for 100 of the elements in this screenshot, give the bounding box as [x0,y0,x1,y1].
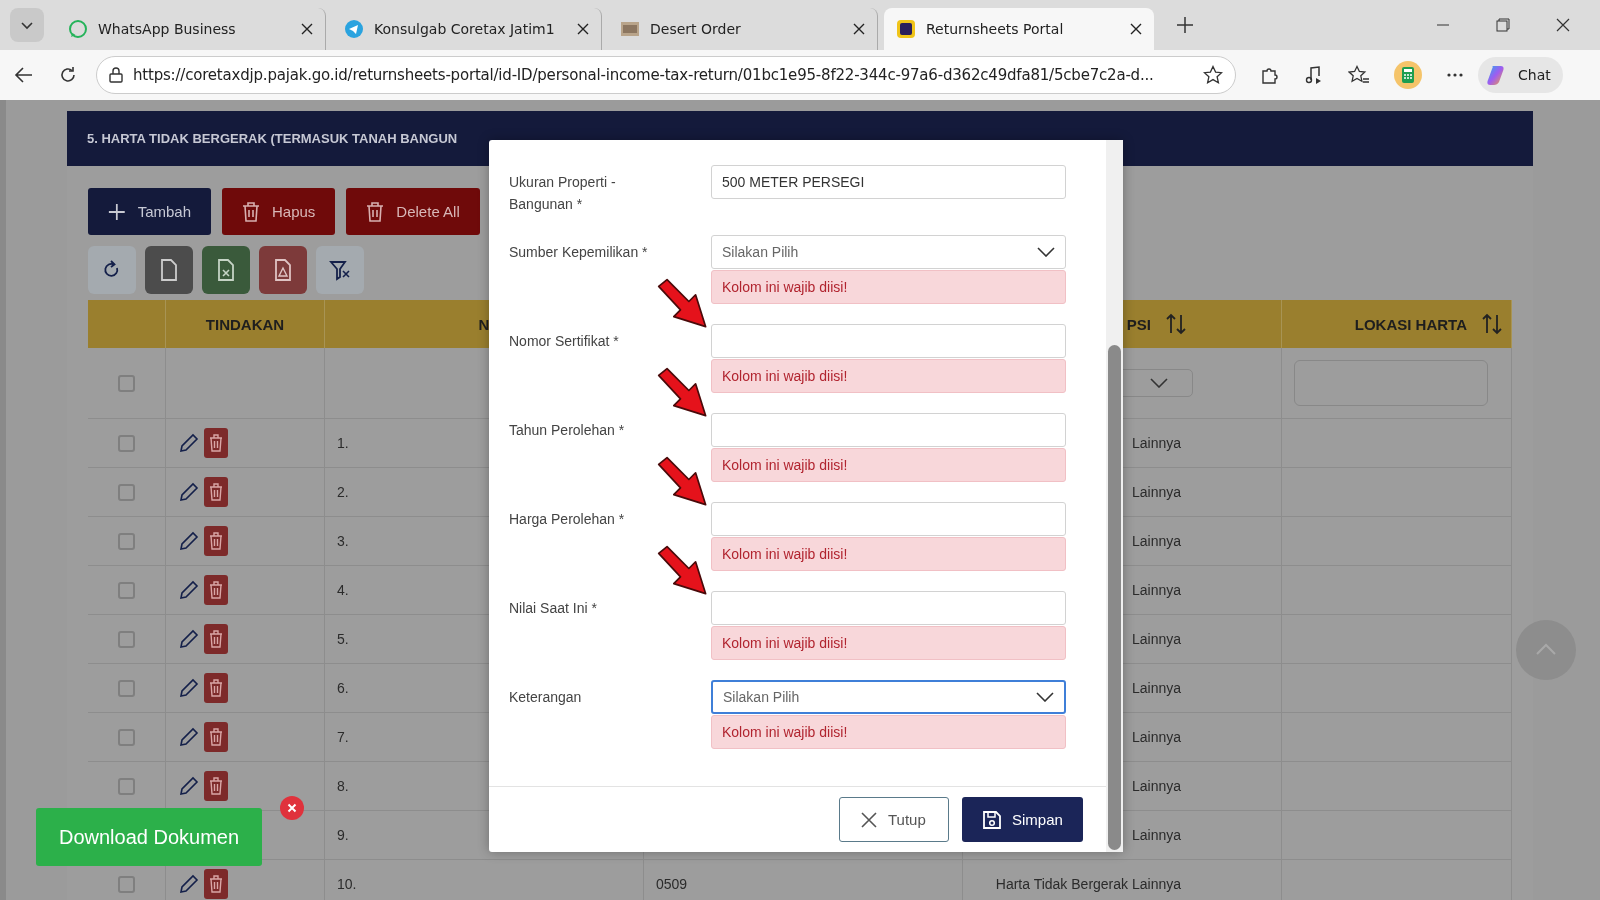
close-icon [860,810,878,829]
excel-export-button[interactable] [202,246,250,294]
pencil-icon[interactable] [178,530,200,552]
text-field[interactable] [711,324,1066,358]
delete-row-button[interactable] [204,526,228,556]
close-icon[interactable] [577,23,589,35]
trash-icon [209,728,223,746]
chat-button[interactable]: Chat [1478,57,1563,93]
reload-icon[interactable] [58,65,78,85]
clear-filter-button[interactable] [316,246,364,294]
favorites-icon[interactable] [1348,65,1370,85]
pencil-icon[interactable] [178,481,200,503]
checkbox[interactable] [118,777,135,795]
checkbox[interactable] [118,581,135,599]
trash-icon [209,875,223,893]
more-icon[interactable] [1446,72,1464,78]
error-message: Kolom ini wajib diisi! [711,537,1066,571]
table-cell: Harta Tidak Bergerak Lainnya [995,876,1181,892]
sort-icon[interactable] [1165,313,1187,335]
delete-row-button[interactable] [204,869,228,899]
field-label: Harga Perolehan * [509,510,626,529]
dropdown-field[interactable]: Silakan Pilih [711,235,1066,269]
checkbox[interactable] [118,630,135,648]
close-icon[interactable] [853,23,865,35]
error-message: Kolom ini wajib diisi! [711,448,1066,482]
row-number: 3. [337,533,349,549]
new-tab-icon[interactable] [1176,16,1194,34]
column-header: N [478,315,490,333]
row-number: 8. [337,778,349,794]
table-cell: Lainnya [1131,582,1181,598]
row-number: 6. [337,680,349,696]
checkbox[interactable] [118,434,135,452]
delete-row-button[interactable] [204,673,228,703]
document-button[interactable] [145,246,193,294]
close-button[interactable]: Tutup [839,797,949,842]
pencil-icon[interactable] [178,579,200,601]
close-icon[interactable] [301,23,313,35]
browser-tab[interactable]: Returnsheets Portal [884,8,1154,50]
field-label: Nilai Saat Ini * [509,599,598,618]
pencil-icon[interactable] [178,726,200,748]
star-icon[interactable] [1203,65,1223,85]
add-button[interactable]: Tambah [88,188,211,235]
text-field[interactable]: 500 METER PERSEGI [711,165,1066,199]
delete-row-button[interactable] [204,771,228,801]
text-field[interactable] [711,502,1066,536]
table-cell: Lainnya [1131,631,1181,647]
close-icon[interactable] [1130,23,1142,35]
delete-row-button[interactable] [204,722,228,752]
row-number: 10. [337,876,357,892]
thumbnail-icon [620,19,640,39]
sort-icon[interactable] [1481,313,1503,335]
calculator-icon[interactable] [1394,61,1422,89]
row-number: 4. [337,582,349,598]
field-label: Nomor Sertifikat * [509,332,620,351]
checkbox[interactable] [118,532,135,550]
puzzle-icon[interactable] [1260,65,1280,85]
save-button[interactable]: Simpan [962,797,1083,842]
chevron-down-icon [1036,692,1054,702]
column-header: TINDAKAN [205,315,285,333]
spreadsheet-file-icon [217,259,235,281]
restore-icon[interactable] [1496,18,1510,32]
delete-button[interactable]: Hapus [222,188,336,235]
field-label: Keterangan [509,688,583,707]
checkbox[interactable] [118,483,135,501]
address-field[interactable]: https://coretaxdjp.pajak.go.id/returnsheets-portal/id-ID/personal-income-tax-return/01bc1e95-8f22-344c-97a6-d362c49dfa81/5cbe7c2a-d... [96,56,1236,94]
table-cell: Lainnya [1131,827,1181,843]
row-number: 2. [337,484,349,500]
delete-row-button[interactable] [204,428,228,458]
back-icon[interactable] [14,65,34,85]
checkbox[interactable] [118,374,135,392]
pencil-icon[interactable] [178,873,200,895]
refresh-button[interactable] [88,246,136,294]
checkbox[interactable] [118,679,135,697]
delete-button[interactable]: Delete All [346,188,480,235]
table-cell: Lainnya [1131,484,1181,500]
pdf-export-button[interactable] [259,246,307,294]
checkbox[interactable] [118,728,135,746]
trash-icon [209,581,223,599]
tab-list-button[interactable] [10,8,44,42]
scrollbar-thumb[interactable] [1108,345,1121,850]
trash-icon [242,201,260,222]
table-cell: Lainnya [1131,533,1181,549]
pencil-icon[interactable] [178,432,200,454]
delete-row-button[interactable] [204,477,228,507]
trash-icon [209,679,223,697]
trash-icon [366,201,385,222]
text-field[interactable] [711,591,1066,625]
pencil-icon[interactable] [178,775,200,797]
text-field[interactable] [711,413,1066,447]
pencil-icon[interactable] [178,628,200,650]
error-message: Kolom ini wajib diisi! [711,359,1066,393]
dropdown-field[interactable]: Silakan Pilih [711,680,1066,714]
close-icon[interactable] [1556,18,1570,32]
row-number: 9. [337,827,349,843]
trash-icon [209,532,223,550]
checkbox[interactable] [118,875,135,893]
delete-row-button[interactable] [204,624,228,654]
delete-row-button[interactable] [204,575,228,605]
column-header: PSI [1126,315,1151,333]
pencil-icon[interactable] [178,677,200,699]
